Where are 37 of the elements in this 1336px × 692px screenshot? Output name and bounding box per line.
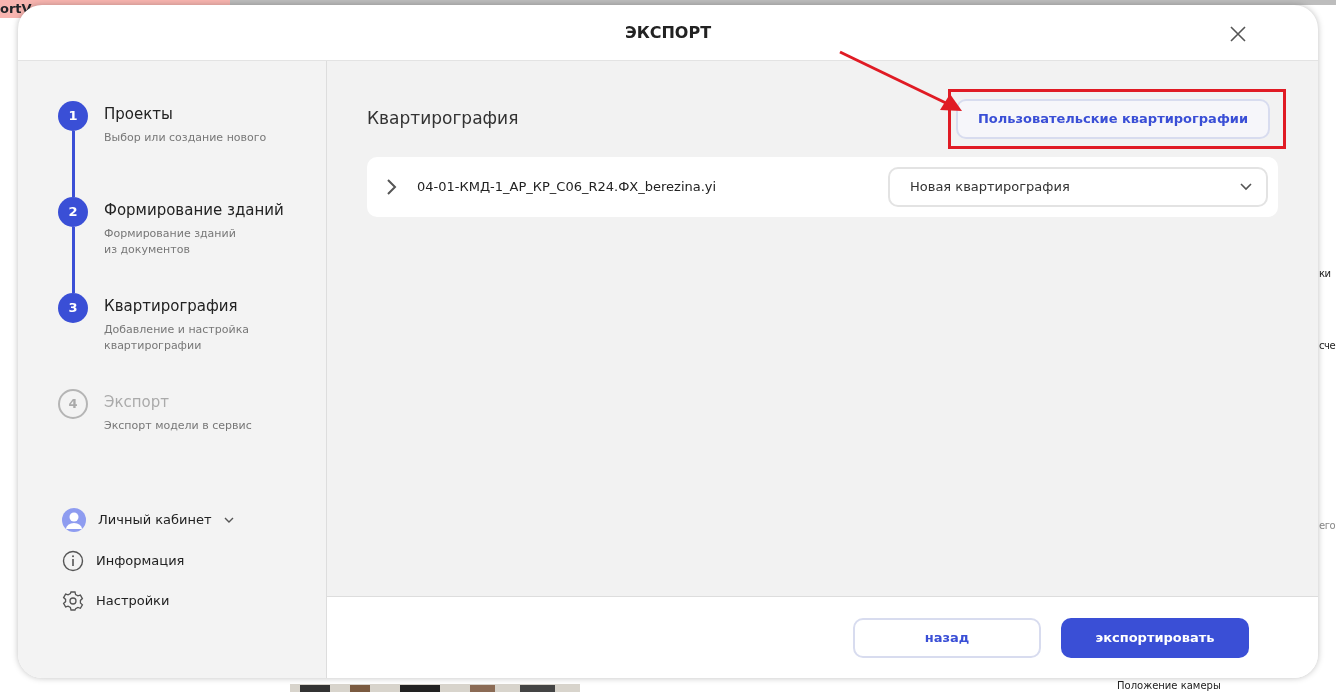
background-text: ки [1319,267,1331,281]
step-connector [72,227,75,293]
caret-icon [223,517,234,523]
sidebar-link[interactable]: Информация [62,550,326,572]
export-button[interactable]: экспортировать [1061,617,1249,658]
sidebar-link[interactable]: Настройки [62,590,326,612]
step-title: Проекты [104,104,174,125]
background-text: сче [1319,339,1336,353]
step-subtitle: Добавление и настройка квартирографии [104,321,249,354]
chevron-right-icon [385,178,399,197]
step-number: 2 [58,197,88,227]
back-button[interactable]: назад [853,617,1041,658]
avatar-icon [62,508,86,532]
expand-button[interactable] [385,176,399,197]
step-number: 4 [58,389,88,419]
background-text: его [1319,519,1336,533]
file-name: 04-01-КМД-1_АР_КР_С06_R24.ФХ_berezina.yi [417,177,718,196]
dialog-title: ЭКСПОРТ [624,21,712,44]
sidebar-link[interactable]: Личный кабинет [62,508,326,532]
layout-select[interactable]: Новая квартирография [888,166,1268,207]
caret-icon [1240,182,1252,191]
step-subtitle: Выбор или создание нового [104,129,267,146]
step-number: 1 [58,101,88,131]
custom-layouts-button[interactable]: Пользовательские квартирографии [955,99,1270,139]
step-title: Квартирография [104,296,239,317]
step-connector [72,131,75,197]
close-button[interactable] [1228,23,1248,43]
close-icon [1228,23,1248,44]
step-title: Формирование зданий [104,200,284,221]
step-subtitle: Экспорт модели в сервис [104,417,252,434]
section-title: Квартирография [367,107,519,130]
info-icon [62,550,84,572]
settings-icon [62,590,84,612]
step-title: Экспорт [104,392,171,413]
step-subtitle: Формирование зданий из документов [104,225,237,258]
step-number: 3 [58,293,88,323]
background-text: Положение камеры [1117,680,1221,692]
